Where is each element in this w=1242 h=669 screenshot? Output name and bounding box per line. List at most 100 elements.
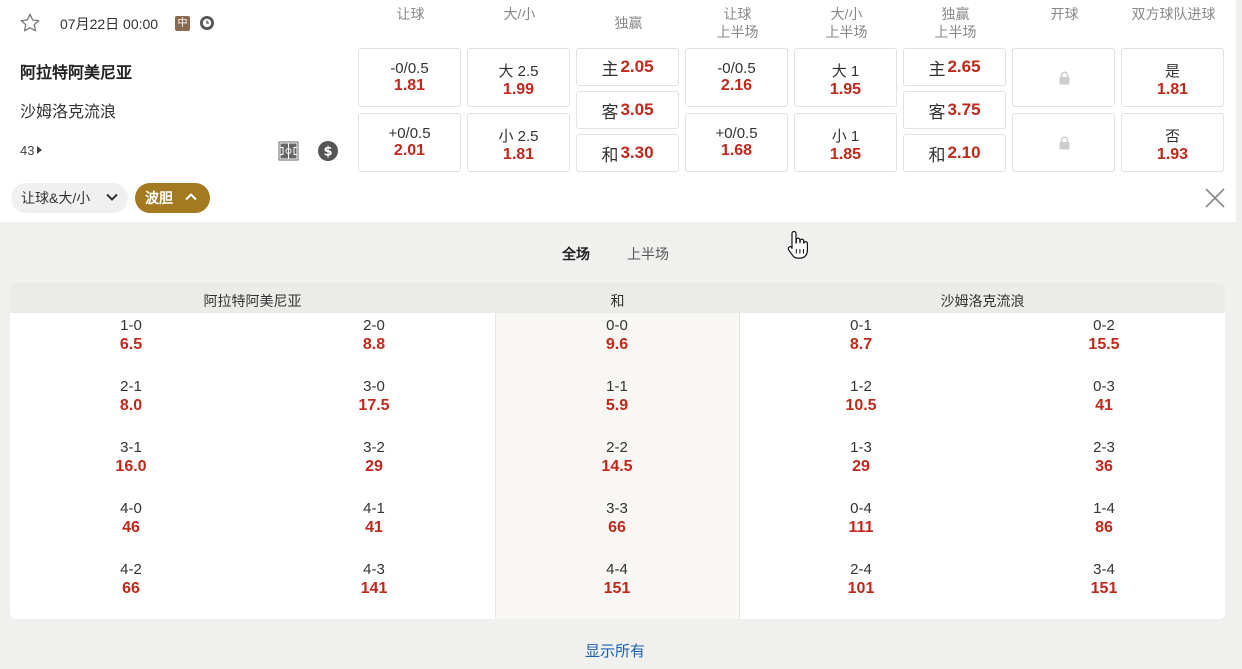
away-team-name[interactable]: 沙姆洛克流浪: [20, 98, 116, 122]
header-total: 大/小: [503, 6, 536, 22]
score-odd: 41: [1095, 397, 1113, 414]
correct-score-cell[interactable]: 1-4 86: [1054, 499, 1154, 538]
more-markets-link[interactable]: 43: [20, 143, 43, 158]
score-label: 3-1: [120, 439, 142, 456]
score-label: 2-0: [363, 317, 385, 334]
correct-score-cell[interactable]: 4-0 46: [81, 499, 181, 538]
score-odd: 141: [360, 580, 388, 597]
correct-score-cell[interactable]: 2-1 8.0: [81, 377, 181, 416]
score-label: 4-1: [363, 500, 385, 517]
header-moneyline-1h: 独赢 上半场: [934, 6, 977, 40]
correct-score-cell[interactable]: 4-2 66: [81, 560, 181, 599]
score-label: 3-4: [1093, 561, 1115, 578]
score-label: 0-3: [1093, 378, 1115, 395]
correct-score-cell[interactable]: 0-0 9.6: [567, 316, 667, 355]
score-odd: 111: [848, 519, 874, 536]
score-odd: 8.0: [119, 397, 143, 414]
pitch-icon[interactable]: [278, 141, 299, 161]
match-datetime: 07月22日 00:00: [60, 16, 159, 32]
odds-cell-under[interactable]: 小 2.5 1.81: [467, 113, 570, 172]
market-filter-dropdown[interactable]: 让球&大/小: [11, 183, 128, 213]
score-label: 1-2: [850, 378, 872, 395]
odds-cell-under-1h[interactable]: 小 1 1.85: [794, 113, 897, 172]
cs-header-away: 沙姆洛克流浪: [940, 293, 1025, 309]
correct-score-cell[interactable]: 0-2 15.5: [1054, 316, 1154, 355]
odds-cell-handicap-1h-home[interactable]: -0/0.5 2.16: [685, 48, 788, 107]
live-badge: 中: [175, 16, 190, 31]
chevron-up-icon: [185, 193, 197, 201]
show-all-link[interactable]: 显示所有: [585, 640, 645, 661]
correct-score-cell[interactable]: 0-1 8.7: [811, 316, 911, 355]
score-odd: 66: [608, 519, 626, 536]
odds-cell-moneyline-1h-home[interactable]: 主 2.65: [903, 48, 1006, 86]
score-label: 2-2: [606, 439, 628, 456]
correct-score-cell[interactable]: 1-1 5.9: [567, 377, 667, 416]
score-odd: 5.9: [605, 397, 629, 414]
correct-score-cell[interactable]: 2-4 101: [811, 560, 911, 599]
odds-cell-handicap-away[interactable]: +0/0.5 2.01: [358, 113, 461, 172]
score-label: 0-4: [850, 500, 872, 517]
odds-cell-btts-yes[interactable]: 是 1.81: [1121, 48, 1224, 107]
score-label: 2-3: [1093, 439, 1115, 456]
score-label: 4-4: [606, 561, 628, 578]
score-label: 2-4: [850, 561, 872, 578]
correct-score-cell[interactable]: 2-0 8.8: [324, 316, 424, 355]
tab-first-half[interactable]: 上半场: [627, 244, 669, 264]
correct-score-cell[interactable]: 4-1 41: [324, 499, 424, 538]
odds-cell-over[interactable]: 大 2.5 1.99: [467, 48, 570, 107]
score-odd: 101: [847, 580, 875, 597]
score-odd: 86: [1095, 519, 1113, 536]
score-odd: 151: [603, 580, 631, 597]
chevron-down-icon: [106, 193, 118, 201]
clock-icon: [200, 16, 214, 30]
star-icon[interactable]: [19, 12, 41, 34]
score-odd: 66: [122, 580, 140, 597]
odds-cell-handicap-home[interactable]: -0/0.5 1.81: [358, 48, 461, 107]
odds-cell-moneyline-home[interactable]: 主 2.05: [576, 48, 679, 86]
odds-cell-kickoff-locked-2: [1012, 113, 1115, 172]
odds-cell-moneyline-draw[interactable]: 和 3.30: [576, 134, 679, 172]
correct-score-cell[interactable]: 4-4 151: [567, 560, 667, 599]
cs-header-draw: 和: [610, 293, 625, 309]
correct-score-cell[interactable]: 0-4 111: [811, 499, 911, 538]
correct-score-cell[interactable]: 3-2 29: [324, 438, 424, 477]
score-label: 0-1: [850, 317, 872, 334]
header-handicap: 让球: [396, 6, 425, 22]
correct-score-cell[interactable]: 1-0 6.5: [81, 316, 181, 355]
correct-score-cell[interactable]: 4-3 141: [324, 560, 424, 599]
odds-cell-moneyline-1h-draw[interactable]: 和 2.10: [903, 134, 1006, 172]
score-odd: 16.0: [115, 458, 147, 475]
lock-icon: [1059, 71, 1070, 85]
tab-full-time[interactable]: 全场: [562, 244, 590, 264]
score-label: 0-2: [1093, 317, 1115, 334]
correct-score-cell[interactable]: 3-0 17.5: [324, 377, 424, 416]
header-moneyline: 独赢: [614, 15, 643, 31]
cashout-icon[interactable]: $: [318, 141, 338, 161]
correct-score-cell[interactable]: 1-3 29: [811, 438, 911, 477]
score-label: 1-3: [850, 439, 872, 456]
header-handicap-1h: 让球 上半场: [716, 6, 759, 40]
close-icon[interactable]: [1204, 187, 1226, 209]
correct-score-cell[interactable]: 3-4 151: [1054, 560, 1154, 599]
odds-cell-kickoff-locked-1: [1012, 48, 1115, 107]
correct-score-cell[interactable]: 2-2 14.5: [567, 438, 667, 477]
correct-score-toggle[interactable]: 波胆: [135, 183, 210, 213]
odds-cell-handicap-1h-away[interactable]: +0/0.5 1.68: [685, 113, 788, 172]
score-label: 2-1: [120, 378, 142, 395]
home-team-name[interactable]: 阿拉特阿美尼亚: [20, 59, 132, 83]
correct-score-cell[interactable]: 3-3 66: [567, 499, 667, 538]
correct-score-cell[interactable]: 3-1 16.0: [81, 438, 181, 477]
correct-score-cell[interactable]: 0-3 41: [1054, 377, 1154, 416]
odds-cell-moneyline-1h-away[interactable]: 客 3.75: [903, 91, 1006, 129]
correct-score-cell[interactable]: 1-2 10.5: [811, 377, 911, 416]
odds-cell-moneyline-away[interactable]: 客 3.05: [576, 91, 679, 129]
odds-cell-btts-no[interactable]: 否 1.93: [1121, 113, 1224, 172]
header-btts: 双方球队进球: [1131, 6, 1216, 22]
lock-icon: [1059, 136, 1070, 150]
correct-score-cell[interactable]: 2-3 36: [1054, 438, 1154, 477]
odds-cell-over-1h[interactable]: 大 1 1.95: [794, 48, 897, 107]
market-filter-label: 让球&大/小: [21, 190, 91, 206]
score-odd: 29: [365, 458, 383, 475]
score-odd: 10.5: [845, 397, 877, 414]
match-row: 07月22日 00:00 中 阿拉特阿美尼亚 沙姆洛克流浪 43 $ 让球 大/…: [0, 0, 1236, 222]
